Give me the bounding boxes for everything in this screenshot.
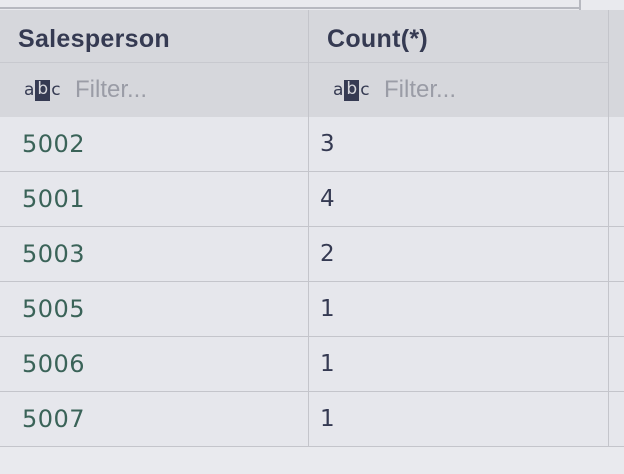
table-row[interactable]: 5005 1 (0, 282, 624, 337)
table-row[interactable]: 5007 1 (0, 392, 624, 447)
table-row[interactable]: 5002 3 (0, 117, 624, 172)
cell-salesperson[interactable]: 5001 (0, 172, 309, 226)
cell-extra (609, 337, 624, 391)
grid-body: 5002 3 5001 4 5003 2 5005 1 5006 1 5007 … (0, 117, 624, 447)
cell-extra (609, 282, 624, 336)
cell-count[interactable]: 3 (309, 117, 609, 171)
cell-salesperson[interactable]: 5005 (0, 282, 309, 336)
column-title-salesperson[interactable]: Salesperson (18, 25, 170, 54)
cell-count[interactable]: 4 (309, 172, 609, 226)
cell-extra (609, 117, 624, 171)
column-title-count[interactable]: Count(*) (327, 25, 428, 54)
cell-count[interactable]: 2 (309, 227, 609, 281)
cell-salesperson[interactable]: 5003 (0, 227, 309, 281)
filter-row-count: abc (309, 62, 608, 117)
abc-text-type-icon: abc (333, 78, 370, 101)
salesperson-filter-input[interactable] (75, 72, 290, 108)
result-grid: Salesperson abc Count(*) abc 5002 3 5001… (0, 0, 624, 474)
table-row[interactable]: 5003 2 (0, 227, 624, 282)
grid-footer (0, 447, 624, 474)
cell-count[interactable]: 1 (309, 392, 609, 446)
top-divider (0, 7, 579, 9)
count-filter-input[interactable] (384, 72, 599, 108)
cell-extra (609, 392, 624, 446)
cell-salesperson[interactable]: 5006 (0, 337, 309, 391)
cell-salesperson[interactable]: 5002 (0, 117, 309, 171)
column-header-salesperson[interactable]: Salesperson abc (0, 10, 309, 117)
table-row[interactable]: 5001 4 (0, 172, 624, 227)
cell-count[interactable]: 1 (309, 337, 609, 391)
cell-salesperson[interactable]: 5007 (0, 392, 309, 446)
top-separator (579, 0, 581, 10)
column-header-count[interactable]: Count(*) abc (309, 10, 609, 117)
filter-row-salesperson: abc (0, 62, 308, 117)
cell-extra (609, 172, 624, 226)
cell-extra (609, 227, 624, 281)
cell-count[interactable]: 1 (309, 282, 609, 336)
grid-top-strip (0, 0, 624, 10)
grid-header: Salesperson abc Count(*) abc (0, 10, 624, 117)
table-row[interactable]: 5006 1 (0, 337, 624, 392)
column-header-extra (609, 10, 624, 117)
abc-text-type-icon: abc (24, 78, 61, 101)
